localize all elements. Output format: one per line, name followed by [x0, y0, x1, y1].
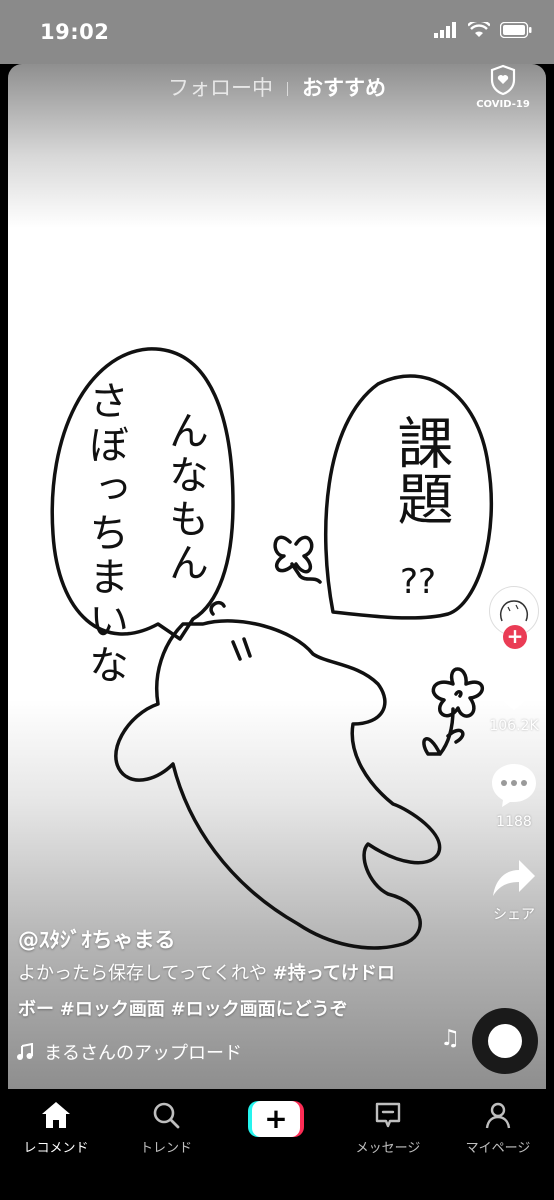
feed-tabs: フォロー中 おすすめ — [8, 72, 546, 112]
home-icon — [42, 1102, 70, 1128]
video-player[interactable]: さぼっちまいな んなもん 課題 ?? フォロー中 おすすめ COVID-19 + … — [8, 64, 546, 1089]
nav-profile[interactable]: マイページ — [448, 1101, 548, 1156]
video-caption: @ｽﾀｼﾞｵちゃまる よかったら保存してってくれや #持ってけドロ ボー #ロッ… — [18, 924, 458, 1028]
covid-label: COVID-19 — [476, 99, 530, 110]
hashtag-2[interactable]: #ロック画面 — [60, 999, 165, 1020]
side-actions: + 106.2K 1188 シェア — [482, 586, 546, 924]
create-button[interactable]: + — [248, 1101, 304, 1137]
nav-profile-label: マイページ — [465, 1141, 531, 1156]
shield-heart-icon — [490, 64, 516, 96]
hashtag-1b[interactable]: ボー — [18, 999, 54, 1020]
covid-button[interactable]: COVID-19 — [472, 64, 534, 110]
nav-home[interactable]: レコメンド — [6, 1101, 106, 1156]
status-bar: 19:02 — [0, 0, 554, 64]
like-button[interactable]: 106.2K — [482, 668, 546, 734]
nav-messages[interactable]: メッセージ — [338, 1101, 438, 1156]
share-arrow-icon — [493, 860, 535, 896]
wifi-icon — [468, 22, 490, 37]
music-note-icon — [17, 1043, 33, 1060]
create-plus-icon: + — [252, 1101, 300, 1137]
speech-left-line1: さぼっちまいな — [82, 380, 128, 688]
nav-messages-label: メッセージ — [355, 1141, 421, 1156]
nav-trend-label: トレンド — [139, 1141, 192, 1156]
caption-text: よかったら保存してってくれや #持ってけドロ ボー #ロック画面 #ロック画面に… — [18, 956, 458, 1028]
status-icons — [434, 22, 532, 38]
share-button[interactable]: シェア — [482, 858, 546, 924]
creator-avatar[interactable]: + — [489, 586, 539, 649]
caption-plain: よかったら保存してってくれや — [18, 963, 273, 984]
hashtag-3[interactable]: #ロック画面にどうぞ — [171, 999, 348, 1020]
tab-divider — [287, 82, 288, 96]
tab-recommended[interactable]: おすすめ — [296, 72, 392, 102]
tab-following[interactable]: フォロー中 — [162, 72, 279, 102]
share-label: シェア — [493, 907, 535, 923]
comment-button[interactable]: 1188 — [482, 762, 546, 830]
follow-plus-button[interactable]: + — [503, 625, 527, 649]
search-icon — [153, 1102, 180, 1129]
speech-right-line2: ?? — [400, 562, 437, 602]
likes-count: 106.2K — [489, 718, 539, 734]
music-title: まるさんのアップロード — [44, 1043, 242, 1064]
comment-icon — [492, 764, 536, 807]
floating-notes-icon: ♫ — [440, 1026, 460, 1051]
heart-icon — [492, 669, 536, 710]
battery-icon — [500, 22, 532, 38]
signal-icon — [434, 22, 456, 38]
character — [114, 619, 442, 950]
person-icon — [485, 1102, 511, 1129]
music-disc[interactable] — [472, 1008, 538, 1074]
speech-left-line2: んなもん — [162, 410, 208, 586]
nav-trend[interactable]: トレンド — [116, 1101, 216, 1156]
music-row[interactable]: まるさんのアップロード — [16, 1039, 242, 1065]
disc-artwork — [488, 1024, 522, 1058]
nav-home-label: レコメンド — [23, 1141, 89, 1156]
status-time: 19:02 — [40, 20, 110, 44]
hashtag-1a[interactable]: #持ってけドロ — [273, 963, 395, 984]
bottom-nav: レコメンド トレンド + メッセージ マイページ — [0, 1089, 554, 1200]
speech-right-line1: 課題 — [388, 414, 453, 526]
comments-count: 1188 — [496, 814, 532, 830]
message-icon — [375, 1102, 401, 1128]
author-name[interactable]: @ｽﾀｼﾞｵちゃまる — [18, 924, 458, 954]
flower — [431, 667, 484, 718]
